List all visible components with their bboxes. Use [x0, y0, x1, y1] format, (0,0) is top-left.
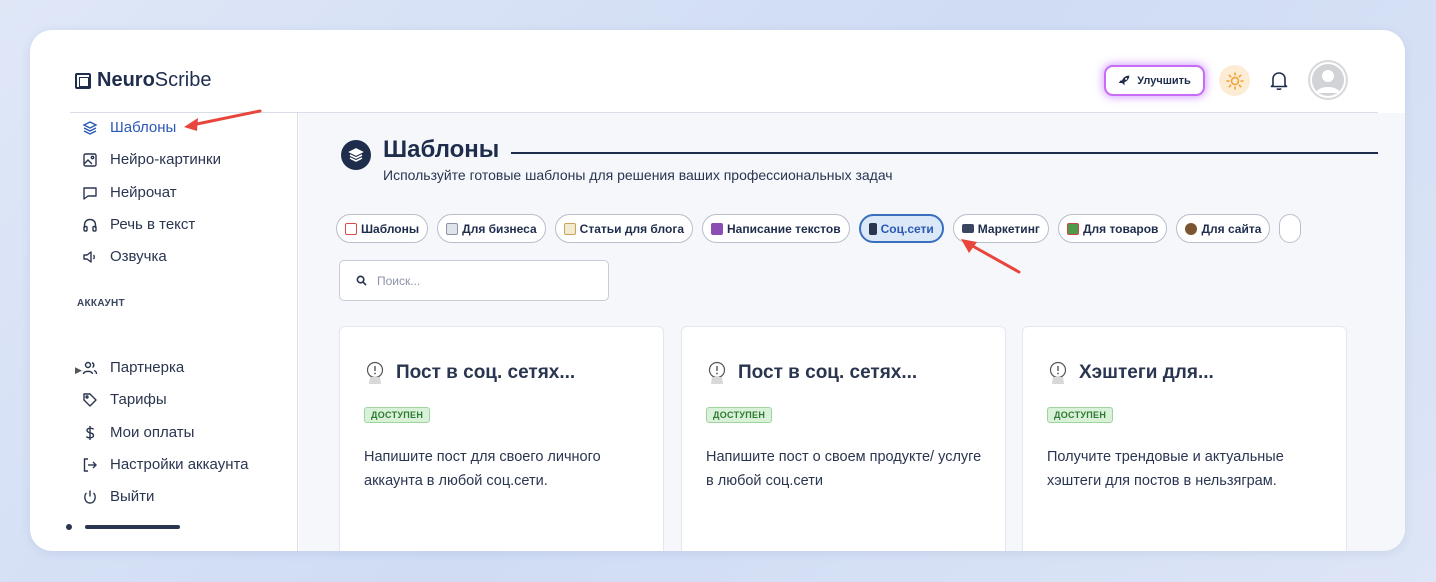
theme-toggle-button[interactable] [1219, 65, 1250, 96]
sidebar-item-label: Шаблоны [110, 119, 177, 136]
sidebar-item-partner[interactable]: Партнерка [82, 359, 184, 376]
sun-icon [1225, 71, 1244, 90]
logo-text-bold: Neuro [97, 69, 155, 91]
search-placeholder: Поиск... [377, 273, 421, 288]
app-window: NeuroScribe Улучшить Шаблоны Нейро-карти… [30, 30, 1405, 551]
templates-icon [341, 140, 371, 170]
chip-templates[interactable]: Шаблоны [336, 214, 429, 243]
page-title: Шаблоны [383, 136, 500, 163]
users-icon [82, 361, 98, 374]
page-subtitle: Используйте готовые шаблоны для решения … [383, 167, 893, 183]
logo-icon [75, 72, 91, 89]
chip-blog-articles[interactable]: Статьи для блога [554, 214, 694, 243]
sidebar-item-label: Настройки аккаунта [110, 456, 249, 473]
sidebar-item-label: Озвучка [110, 248, 167, 265]
sidebar-item-label: Нейро-картинки [110, 151, 221, 168]
account-section-title: АККАУНТ [77, 298, 125, 309]
upgrade-button[interactable]: Улучшить [1104, 65, 1205, 96]
chip-more[interactable] [1279, 214, 1302, 243]
chip-label: Для товаров [1082, 221, 1159, 236]
chip-products[interactable]: Для товаров [1057, 214, 1168, 243]
mask-icon [1185, 222, 1198, 235]
card-title: Хэштеги для... [1079, 362, 1214, 383]
search-icon [356, 275, 367, 286]
chip-label: Соц.сети [880, 221, 934, 236]
rocket-icon [1119, 75, 1130, 86]
chip-label: Шаблоны [361, 221, 420, 236]
sidebar-item-neuro-images[interactable]: Нейро-картинки [82, 151, 221, 168]
sidebar-item-label: Партнерка [110, 359, 185, 376]
tag-icon [83, 392, 97, 407]
template-card[interactable]: Пост в соц. сетях... ДОСТУПЕН Напишите п… [681, 326, 1006, 551]
info-bulb-icon [366, 361, 384, 384]
login-icon [83, 457, 97, 472]
template-card[interactable]: Пост в соц. сетях... ДОСТУПЕН Напишите п… [339, 326, 664, 551]
chip-label: Маркетинг [977, 221, 1040, 236]
card-description: Напишите пост о своем продукте/ услуге в… [706, 449, 982, 489]
sidebar-item-tariffs[interactable]: Тарифы [82, 391, 167, 408]
ledger-icon [1066, 222, 1079, 235]
top-bar: NeuroScribe Улучшить [30, 30, 1405, 113]
card-title: Пост в соц. сетях... [738, 362, 918, 383]
info-bulb-icon [1049, 361, 1067, 384]
upgrade-label: Улучшить [1137, 74, 1191, 87]
sidebar-item-label: Мои оплаты [110, 424, 195, 441]
card-title: Пост в соц. сетях... [396, 362, 576, 383]
sidebar-item-account-settings[interactable]: Настройки аккаунта [82, 456, 249, 473]
sidebar-item-label: Нейрочат [110, 184, 177, 201]
chip-label: Статьи для блога [579, 221, 685, 236]
books-icon [711, 222, 724, 235]
laptop-icon [961, 224, 974, 233]
chat-icon [83, 186, 97, 200]
logo-text-rest: Scribe [154, 69, 212, 91]
status-badge: ДОСТУПЕН [706, 407, 773, 423]
logo[interactable]: NeuroScribe [75, 69, 212, 92]
cropped-sidebar-item [66, 524, 180, 530]
sidebar-item-neurochat[interactable]: Нейрочат [82, 184, 177, 201]
avatar[interactable] [1308, 60, 1348, 100]
chip-label: Написание текстов [727, 221, 841, 236]
sidebar-item-voiceover[interactable]: Озвучка [82, 248, 167, 265]
sidebar: Шаблоны Нейро-картинки Нейрочат Речь в т… [30, 113, 298, 551]
sidebar-item-templates[interactable]: Шаблоны [82, 119, 176, 136]
status-badge: ДОСТУПЕН [1047, 407, 1114, 423]
category-chips: Шаблоны Для бизнеса Статьи для блога Нап… [336, 214, 1302, 243]
layers-icon [82, 120, 98, 135]
chip-copywriting[interactable]: Написание текстов [702, 214, 850, 243]
sidebar-item-label: Речь в текст [110, 216, 196, 233]
speaker-icon [83, 250, 95, 263]
memo-icon [563, 222, 576, 235]
headphones-icon [83, 218, 97, 232]
phone-icon [868, 222, 877, 235]
calendar-icon [446, 222, 459, 235]
sidebar-item-label: Выйти [110, 488, 155, 505]
sidebar-item-payments[interactable]: Мои оплаты [82, 424, 194, 441]
title-divider [511, 152, 1378, 154]
dollar-icon [85, 425, 95, 440]
card-description: Получите трендовые и актуальные хэштеги … [1047, 449, 1284, 489]
checkbox-icon [345, 222, 357, 235]
status-badge: ДОСТУПЕН [364, 407, 431, 423]
sidebar-item-logout[interactable]: Выйти [82, 488, 154, 505]
caret-right-icon[interactable]: ▶ [75, 365, 82, 376]
sidebar-item-label: Тарифы [110, 391, 167, 408]
info-bulb-icon [708, 361, 726, 384]
chip-business[interactable]: Для бизнеса [437, 214, 546, 243]
chip-label: Для бизнеса [462, 221, 537, 236]
search-input[interactable]: Поиск... [339, 260, 609, 301]
user-avatar-icon [1310, 62, 1346, 98]
bell-icon[interactable] [1268, 69, 1290, 91]
chip-label: Для сайта [1201, 221, 1262, 236]
sidebar-item-speech-to-text[interactable]: Речь в текст [82, 216, 195, 233]
main-content: Шаблоны Используйте готовые шаблоны для … [299, 113, 1405, 551]
chip-marketing[interactable]: Маркетинг [952, 214, 1049, 243]
card-description: Напишите пост для своего личного аккаунт… [364, 449, 601, 489]
chip-website[interactable]: Для сайта [1176, 214, 1271, 243]
chip-social-networks[interactable]: Соц.сети [858, 214, 944, 243]
power-icon [84, 490, 96, 504]
template-card[interactable]: Хэштеги для... ДОСТУПЕН Получите трендов… [1022, 326, 1347, 551]
image-icon [83, 152, 97, 167]
